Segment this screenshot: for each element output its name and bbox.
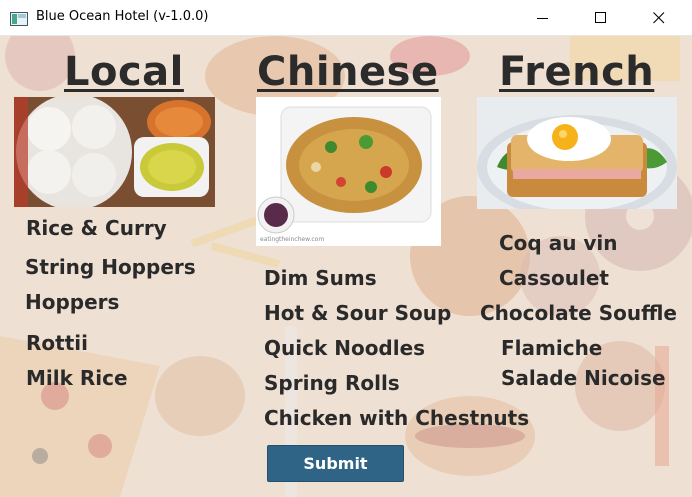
local-item[interactable]: Rice & Curry: [26, 216, 167, 240]
chinese-item[interactable]: Hot & Sour Soup: [264, 301, 451, 325]
chinese-food-photo: eatingtheinchew.com: [256, 97, 441, 246]
chinese-item[interactable]: Quick Noodles: [264, 336, 425, 360]
window-title: Blue Ocean Hotel (v-1.0.0): [36, 9, 209, 24]
french-item[interactable]: Cassoulet: [499, 266, 609, 290]
maximize-icon: [595, 12, 606, 23]
close-icon: [653, 12, 665, 24]
local-item[interactable]: String Hoppers: [25, 255, 196, 279]
window-content: Local Rice & Curry String Hoppers Hopper…: [0, 36, 692, 497]
svg-text:eatingtheinchew.com: eatingtheinchew.com: [260, 236, 324, 243]
title-bar: Blue Ocean Hotel (v-1.0.0): [0, 0, 692, 36]
chinese-item[interactable]: Dim Sums: [264, 266, 377, 290]
chinese-heading: Chinese: [257, 49, 439, 95]
chinese-item[interactable]: Spring Rolls: [264, 371, 400, 395]
french-item[interactable]: Chocolate Souffle: [480, 301, 677, 325]
close-button[interactable]: [636, 0, 682, 36]
french-item[interactable]: Salade Nicoise: [501, 366, 666, 390]
app-icon: [10, 11, 28, 26]
minimize-button[interactable]: [520, 0, 566, 36]
french-heading: French: [499, 49, 655, 95]
local-heading: Local: [64, 49, 184, 95]
submit-button[interactable]: Submit: [267, 445, 404, 482]
minimize-icon: [537, 18, 548, 19]
local-food-photo: [14, 97, 215, 207]
chinese-item[interactable]: Chicken with Chestnuts: [264, 406, 529, 430]
local-item[interactable]: Rottii: [26, 331, 88, 355]
french-item[interactable]: Coq au vin: [499, 231, 618, 255]
french-food-photo: [477, 97, 677, 209]
maximize-button[interactable]: [578, 0, 624, 36]
french-item[interactable]: Flamiche: [501, 336, 602, 360]
local-item[interactable]: Milk Rice: [26, 366, 128, 390]
local-item[interactable]: Hoppers: [25, 290, 119, 314]
